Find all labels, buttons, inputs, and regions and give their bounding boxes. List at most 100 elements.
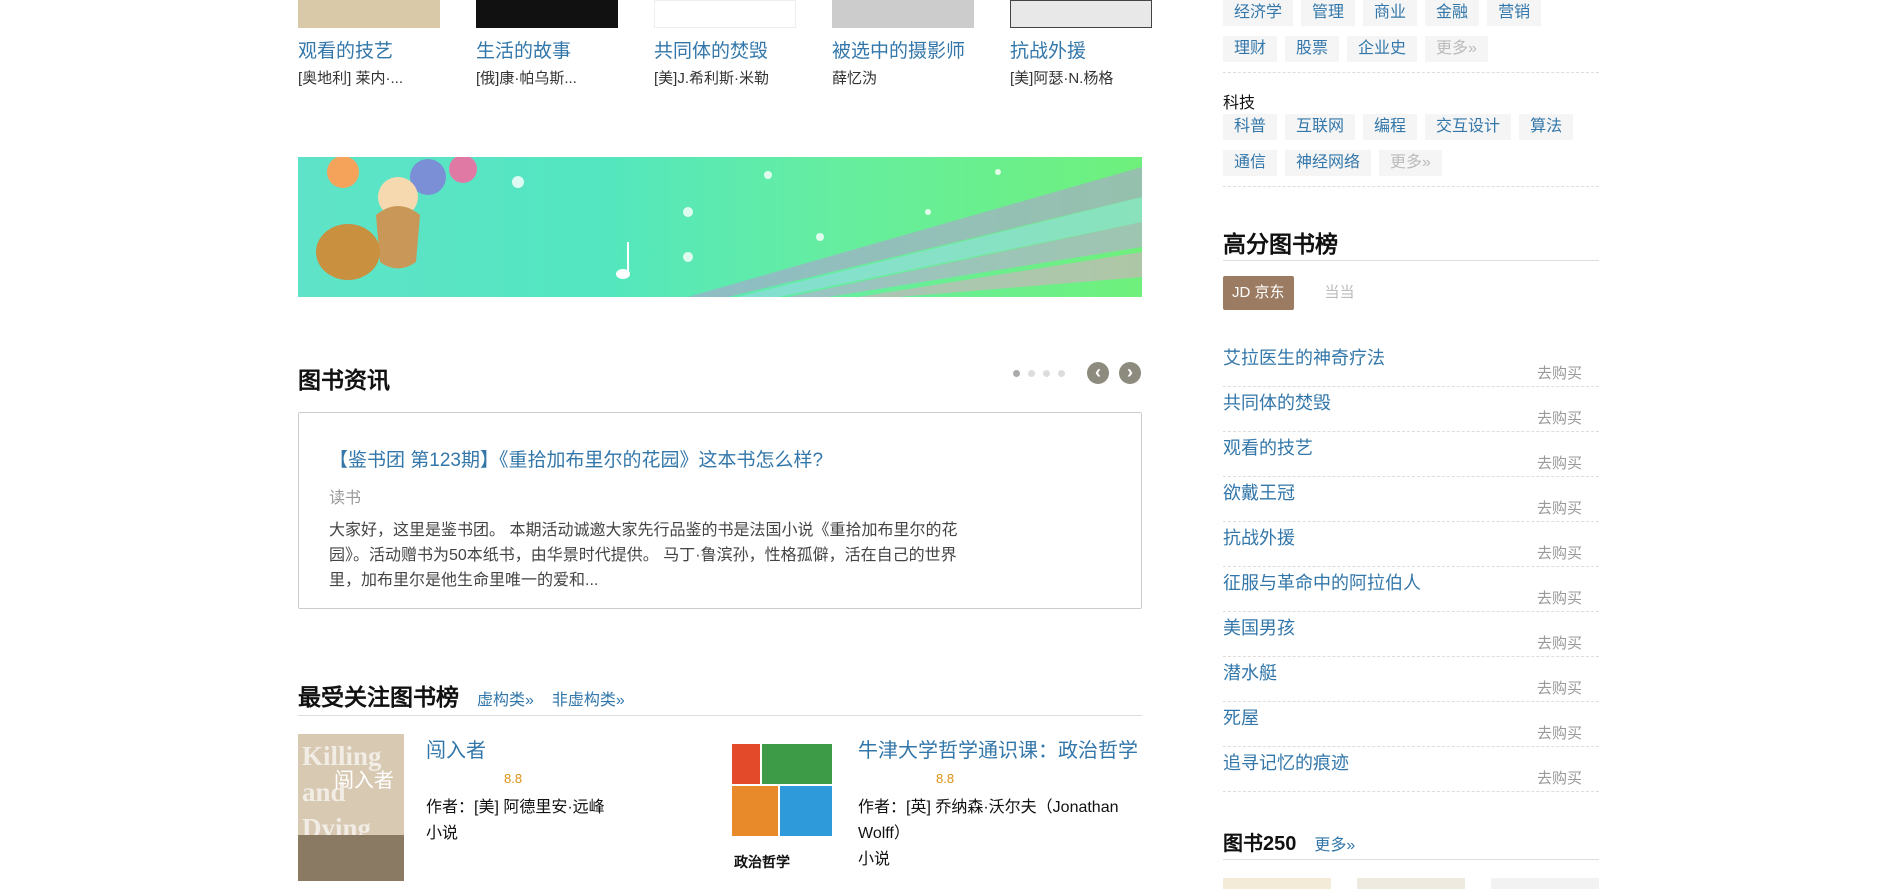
buy-link[interactable]: 去购买 <box>1537 407 1582 428</box>
tag-row: 通信 神经网络 更多» <box>1223 150 1599 187</box>
top-list-header: 最受关注图书榜 虚构类» 非虚构类» <box>298 678 1142 716</box>
book-link[interactable]: 观看的技艺 <box>1223 434 1313 460</box>
book-link[interactable]: 追寻记忆的痕迹 <box>1223 749 1349 775</box>
pager-dot[interactable] <box>1043 370 1050 377</box>
tag-link[interactable]: 通信 <box>1223 150 1278 176</box>
buy-link[interactable]: 去购买 <box>1537 452 1582 473</box>
news-nav: ‹ › <box>1087 362 1141 384</box>
list-item: 追寻记忆的痕迹去购买 <box>1223 747 1599 792</box>
book-title[interactable]: 被选中的摄影师 <box>832 36 976 63</box>
buy-link[interactable]: 去购买 <box>1537 587 1582 608</box>
book-author: [俄]康·帕乌斯... <box>476 70 577 87</box>
book-item: 共同体的焚毁 [美]J.希利斯·米勒 <box>654 0 798 88</box>
book-link[interactable]: 征服与革命中的阿拉伯人 <box>1223 569 1421 595</box>
cover-illustration <box>298 835 404 881</box>
book-cover[interactable] <box>476 0 618 28</box>
list-item: 征服与革命中的阿拉伯人去购买 <box>1223 567 1599 612</box>
book-cover[interactable] <box>654 0 796 28</box>
tab-jd[interactable]: JD 京东 <box>1223 276 1294 310</box>
book-title[interactable]: 抗战外援 <box>1010 36 1154 63</box>
book-item: 被选中的摄影师 薛忆沩 <box>832 0 976 88</box>
tag-link[interactable]: 神经网络 <box>1285 150 1372 176</box>
book-cover[interactable]: 政治哲学 <box>730 734 836 881</box>
pager-dot[interactable] <box>1013 370 1020 377</box>
fiction-link[interactable]: 虚构类» <box>477 686 534 710</box>
tag-link[interactable]: 互联网 <box>1285 114 1356 140</box>
high-rank-heading: 高分图书榜 <box>1223 225 1599 261</box>
book-rating: 8.8 <box>504 771 523 786</box>
book-title[interactable]: 牛津大学哲学通识课：政治哲学 <box>858 734 1158 763</box>
buy-link[interactable]: 去购买 <box>1537 722 1582 743</box>
prev-button[interactable]: ‹ <box>1087 362 1109 384</box>
tag-link[interactable]: 营销 <box>1487 0 1542 26</box>
tag-link[interactable]: 商业 <box>1363 0 1418 26</box>
book-title[interactable]: 共同体的焚毁 <box>654 36 798 63</box>
news-card: 【鉴书团 第123期】《重拾加布里尔的花园》这本书怎么样? 读书 大家好，这里是… <box>298 412 1142 609</box>
tab-dangdang[interactable]: 当当 <box>1316 276 1364 310</box>
book-title[interactable]: 闯入者 <box>426 734 726 763</box>
book-link[interactable]: 潜水艇 <box>1223 659 1277 685</box>
econ-tags: 经济学 管理 商业 金融 营销 理财 股票 企业史 更多» <box>1223 0 1599 83</box>
tech-tags: 科普 互联网 编程 交互设计 算法 通信 神经网络 更多» <box>1223 114 1599 197</box>
book-cover[interactable] <box>1491 878 1599 889</box>
tag-link[interactable]: 金融 <box>1425 0 1480 26</box>
ranked-book: 政治哲学 牛津大学哲学通识课：政治哲学 8.8 作者：[英] 乔纳森·沃尔夫（J… <box>730 734 1150 889</box>
tag-link[interactable]: 编程 <box>1363 114 1418 140</box>
cover-block <box>732 744 760 784</box>
book-author: 薛忆沩 <box>832 70 878 87</box>
book-link[interactable]: 死屋 <box>1223 704 1259 730</box>
book-cover[interactable] <box>832 0 974 28</box>
buy-link[interactable]: 去购买 <box>1537 677 1582 698</box>
tag-link[interactable]: 科普 <box>1223 114 1278 140</box>
promo-banner[interactable] <box>298 157 1142 297</box>
tag-row: 科普 互联网 编程 交互设计 算法 <box>1223 114 1599 140</box>
cover-block <box>762 744 832 784</box>
book-title[interactable]: 生活的故事 <box>476 36 620 63</box>
tag-link[interactable]: 管理 <box>1301 0 1356 26</box>
tag-row: 经济学 管理 商业 金融 营销 <box>1223 0 1599 26</box>
top-list-heading: 最受关注图书榜 <box>298 684 459 710</box>
pager-dot[interactable] <box>1028 370 1035 377</box>
tag-more-link[interactable]: 更多» <box>1379 150 1442 176</box>
tag-link[interactable]: 交互设计 <box>1425 114 1512 140</box>
book250-more-link[interactable]: 更多» <box>1314 831 1355 855</box>
list-item: 欲戴王冠去购买 <box>1223 477 1599 522</box>
next-button[interactable]: › <box>1119 362 1141 384</box>
book-link[interactable]: 抗战外援 <box>1223 524 1295 550</box>
book-link[interactable]: 艾拉医生的神奇疗法 <box>1223 344 1385 370</box>
buy-link[interactable]: 去购买 <box>1537 497 1582 518</box>
book-link[interactable]: 美国男孩 <box>1223 614 1295 640</box>
book250-header: 图书250 更多» <box>1223 827 1599 860</box>
store-tabs: JD 京东 当当 <box>1223 276 1364 310</box>
book-link[interactable]: 欲戴王冠 <box>1223 479 1295 505</box>
book-author: 作者：[英] 乔纳森·沃尔夫（Jonathan Wolff） <box>858 799 1119 842</box>
list-item: 美国男孩去购买 <box>1223 612 1599 657</box>
news-title-link[interactable]: 【鉴书团 第123期】《重拾加布里尔的花园》这本书怎么样? <box>329 445 1111 472</box>
book-cover[interactable] <box>298 0 440 28</box>
tag-link[interactable]: 经济学 <box>1223 0 1294 26</box>
tag-link[interactable]: 股票 <box>1285 36 1340 62</box>
tag-link[interactable]: 算法 <box>1519 114 1574 140</box>
book-cover[interactable]: Killing and Dying 闯入者 <box>298 734 404 881</box>
buy-link[interactable]: 去购买 <box>1537 362 1582 383</box>
tech-category-title: 科技 <box>1223 95 1256 112</box>
book-title[interactable]: 观看的技艺 <box>298 36 442 63</box>
tag-link[interactable]: 理财 <box>1223 36 1278 62</box>
pager-dot[interactable] <box>1058 370 1065 377</box>
nonfiction-link[interactable]: 非虚构类» <box>552 686 625 710</box>
book-cover[interactable] <box>1010 0 1152 28</box>
buy-link[interactable]: 去购买 <box>1537 767 1582 788</box>
buy-link[interactable]: 去购买 <box>1537 632 1582 653</box>
news-heading: 图书资讯 <box>298 367 390 393</box>
tag-link[interactable]: 企业史 <box>1347 36 1418 62</box>
book-cover[interactable] <box>1223 878 1331 889</box>
book-cover[interactable] <box>1357 878 1465 889</box>
list-item: 共同体的焚毁去购买 <box>1223 387 1599 432</box>
list-item: 艾拉医生的神奇疗法去购买 <box>1223 342 1599 387</box>
buy-link[interactable]: 去购买 <box>1537 542 1582 563</box>
list-item: 死屋去购买 <box>1223 702 1599 747</box>
tag-more-link[interactable]: 更多» <box>1425 36 1488 62</box>
list-item: 潜水艇去购买 <box>1223 657 1599 702</box>
book-link[interactable]: 共同体的焚毁 <box>1223 389 1331 415</box>
cover-block <box>732 786 778 836</box>
